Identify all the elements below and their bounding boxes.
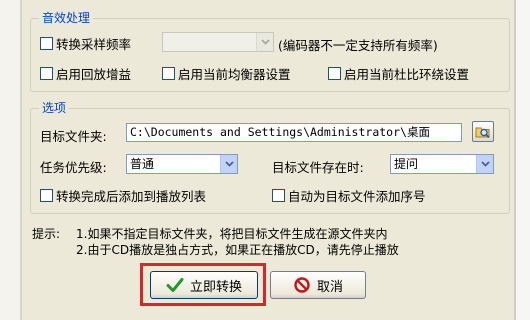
target-folder-label: 目标文件夹: — [40, 129, 107, 144]
file-exists-label: 目标文件存在时: — [272, 160, 364, 175]
cancel-button[interactable]: 取消 — [270, 271, 366, 299]
enable-dolby-label: 启用当前杜比环绕设置 — [344, 67, 470, 82]
check-icon — [166, 278, 184, 292]
background-window-left-edge — [0, 0, 22, 320]
chevron-down-icon[interactable] — [220, 155, 237, 173]
target-folder-input[interactable]: C:\Documents and Settings\Administrator\… — [126, 123, 462, 142]
checkbox-box[interactable] — [162, 67, 175, 80]
priority-value: 普通 — [130, 157, 155, 171]
add-to-playlist-checkbox[interactable]: 转换完成后添加到播放列表 — [40, 186, 206, 205]
add-sequence-number-label: 自动为目标文件添加序号 — [288, 189, 426, 204]
hint-line-1: 1.如果不指定目标文件夹，将把目标文件生成在源文件夹内 — [76, 227, 388, 241]
background-window-right-divider — [514, 0, 516, 320]
file-exists-select[interactable]: 提问 — [390, 154, 494, 174]
browse-folder-button[interactable] — [472, 121, 494, 142]
enable-replay-gain-label: 启用回放增益 — [56, 67, 132, 82]
priority-label: 任务优先级: — [40, 160, 107, 175]
convert-now-label: 立即转换 — [189, 279, 242, 295]
folder-search-icon — [475, 127, 490, 139]
checkbox-box[interactable] — [40, 189, 53, 202]
options-title: 选项 — [39, 100, 70, 116]
enable-replay-gain-checkbox[interactable]: 启用回放增益 — [40, 64, 131, 83]
cancel-label: 取消 — [316, 279, 343, 295]
chevron-down-icon[interactable] — [476, 155, 493, 173]
convert-sample-rate-checkbox[interactable]: 转换采样频率 — [40, 34, 131, 53]
enable-equalizer-label: 启用当前均衡器设置 — [178, 67, 291, 82]
priority-select[interactable]: 普通 — [126, 154, 238, 174]
background-window-divider — [20, 0, 22, 320]
chevron-down-icon[interactable] — [256, 33, 273, 51]
checkbox-box[interactable] — [40, 67, 53, 80]
checkbox-box[interactable] — [272, 189, 285, 202]
background-window-right-edge — [514, 0, 530, 320]
enable-equalizer-checkbox[interactable]: 启用当前均衡器设置 — [162, 64, 291, 83]
add-to-playlist-label: 转换完成后添加到播放列表 — [56, 189, 207, 204]
hint-text: 提示: 1.如果不指定目标文件夹，将把目标文件生成在源文件夹内 2.由于CD播放… — [32, 226, 399, 258]
enable-dolby-checkbox[interactable]: 启用当前杜比环绕设置 — [328, 64, 469, 83]
hint-prefix: 提示: — [32, 227, 61, 241]
checkbox-box[interactable] — [40, 37, 53, 50]
sample-rate-select[interactable] — [162, 32, 274, 52]
cancel-icon — [294, 277, 310, 293]
hint-line-2: 2.由于CD播放是独占方式，如果正在播放CD，请先停止播放 — [76, 243, 399, 257]
convert-sample-rate-label: 转换采样频率 — [56, 37, 132, 52]
add-sequence-number-checkbox[interactable]: 自动为目标文件添加序号 — [272, 186, 426, 205]
convert-now-button[interactable]: 立即转换 — [150, 271, 258, 299]
sound-processing-title: 音效处理 — [39, 10, 94, 26]
file-exists-value: 提问 — [394, 157, 419, 171]
sample-rate-note: (编码器不一定支持所有频率) — [278, 38, 438, 53]
checkbox-box[interactable] — [328, 67, 341, 80]
